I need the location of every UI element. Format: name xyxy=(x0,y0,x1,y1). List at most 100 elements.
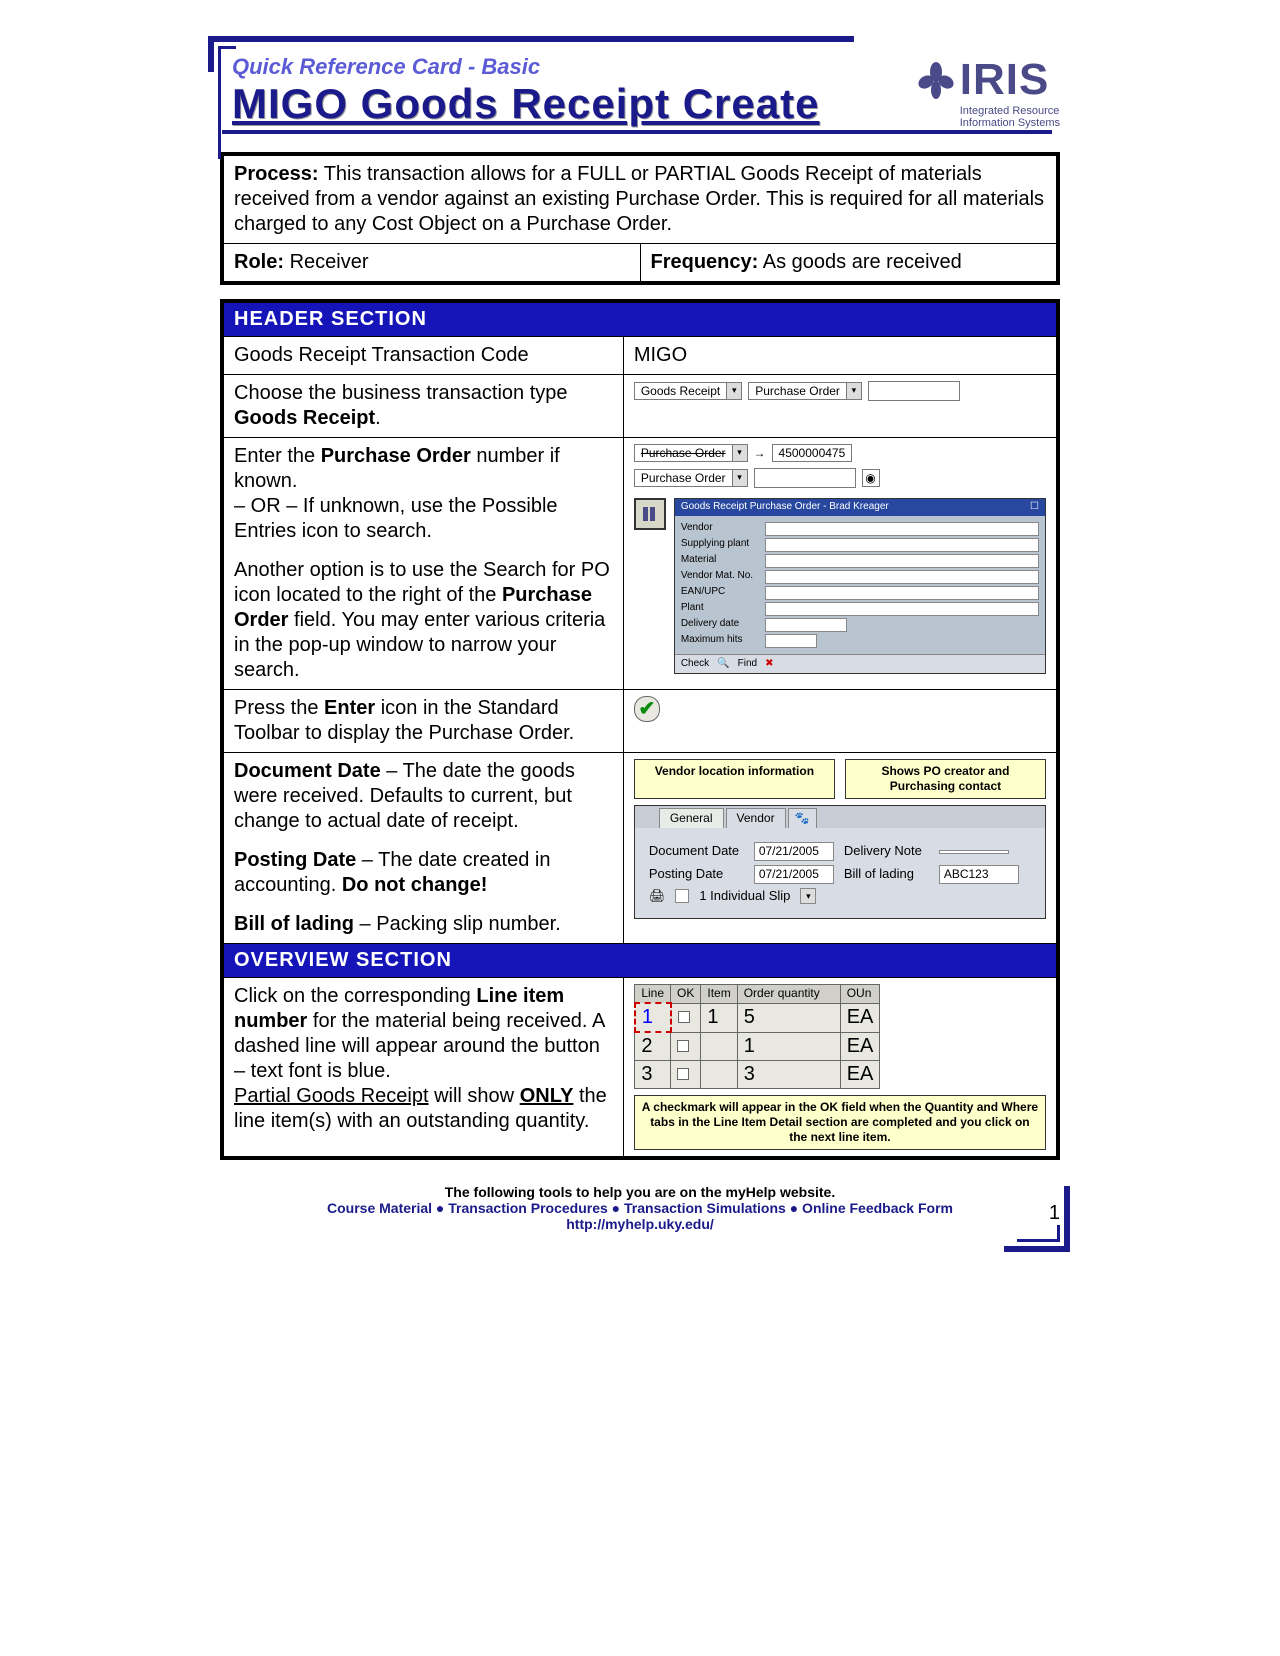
delnote-label: Delivery Note xyxy=(844,843,929,859)
ps-f7: Maximum hits xyxy=(681,634,761,647)
dropdown-icon: ▾ xyxy=(732,470,747,486)
r5-post-c: Do not change! xyxy=(342,874,488,896)
frequency-label: Frequency: xyxy=(651,251,759,273)
sap-po-value-field[interactable]: 4500000475 xyxy=(772,444,853,462)
sap-dropdown-goods-receipt[interactable]: Goods Receipt ▾ xyxy=(634,382,742,400)
tab-general[interactable]: General xyxy=(659,808,724,828)
footer-url[interactable]: http://myhelp.uky.edu/ xyxy=(220,1216,1060,1232)
sap-po-label-field-2[interactable]: Purchase Order ▾ xyxy=(634,469,748,487)
ps-inp[interactable] xyxy=(765,634,817,648)
page-title: MIGO Goods Receipt Create xyxy=(232,80,1060,128)
enter-check-icon[interactable]: ✔ xyxy=(634,696,660,722)
r4-b: Enter xyxy=(324,697,375,719)
corner-bottom-right-inner xyxy=(1017,1225,1060,1242)
footer-line1: The following tools to help you are on t… xyxy=(220,1184,1060,1200)
find-icon: 🔍 xyxy=(717,658,729,671)
grid-qty-1: 5 xyxy=(737,1003,840,1032)
po-search-find[interactable]: Find xyxy=(738,658,757,671)
ps-inp[interactable] xyxy=(765,554,1039,568)
close-icon[interactable]: ☐ xyxy=(1030,501,1039,514)
dropdown-icon[interactable]: ▾ xyxy=(800,888,816,904)
dropdown-icon: ▾ xyxy=(726,383,741,399)
tab-vendor[interactable]: Vendor xyxy=(726,808,786,828)
cancel-icon[interactable]: ✖ xyxy=(765,658,773,671)
grid-item-3 xyxy=(701,1061,737,1089)
po-search-title: Goods Receipt Purchase Order - Brad Krea… xyxy=(681,501,889,514)
page-footer: The following tools to help you are on t… xyxy=(220,1184,1060,1232)
row2-text-c: . xyxy=(375,407,381,429)
delnote-value[interactable] xyxy=(939,850,1009,854)
grid-line-1[interactable]: 1 xyxy=(635,1003,671,1032)
ok-checkbox[interactable] xyxy=(677,1068,689,1080)
sap-blank-field[interactable] xyxy=(868,381,960,401)
ps-f2: Material xyxy=(681,554,761,567)
r3-a: Enter the xyxy=(234,445,321,467)
line-item-grid: Line OK Item Order quantity OUn 1 1 5 EA xyxy=(634,984,881,1089)
dropdown-icon: ▾ xyxy=(846,383,861,399)
footer-links: Course Material ● Transaction Procedures… xyxy=(220,1200,1060,1216)
search-po-icon[interactable] xyxy=(634,498,666,530)
grid-line-2[interactable]: 2 xyxy=(635,1032,671,1061)
grid-item-1: 1 xyxy=(701,1003,737,1032)
r5-doc-a: Document Date xyxy=(234,760,381,782)
dropdown-icon: ▾ xyxy=(732,445,747,461)
postdate-value[interactable]: 07/21/2005 xyxy=(754,865,834,884)
bill-value[interactable]: ABC123 xyxy=(939,865,1019,884)
grid-qty-3: 3 xyxy=(737,1061,840,1089)
sap-header-panel: General Vendor 🐾 Document Date 07/21/200… xyxy=(634,805,1046,919)
grid-line-3[interactable]: 3 xyxy=(635,1061,671,1089)
sap-po-empty-field[interactable] xyxy=(754,468,856,488)
grid-h-oun: OUn xyxy=(840,985,880,1004)
r5-post-a: Posting Date xyxy=(234,849,356,871)
ov-p2a: Partial Goods Receipt xyxy=(234,1085,429,1107)
title-rule xyxy=(222,130,1052,134)
sap-dd1-text: Goods Receipt xyxy=(635,384,726,399)
po-search-check[interactable]: Check xyxy=(681,658,709,671)
ps-inp[interactable] xyxy=(765,586,1039,600)
ps-f6: Delivery date xyxy=(681,618,761,631)
row2-text-a: Choose the business transaction type xyxy=(234,382,568,404)
sap-po-label-field[interactable]: Purchase Order ▾ xyxy=(634,444,748,462)
possible-entries-icon[interactable]: ◉ xyxy=(862,469,880,487)
ps-inp[interactable] xyxy=(765,618,847,632)
grid-row[interactable]: 2 1 EA xyxy=(635,1032,880,1061)
ps-inp[interactable] xyxy=(765,522,1039,536)
tab-extra-icon[interactable]: 🐾 xyxy=(788,808,817,828)
docdate-value[interactable]: 07/21/2005 xyxy=(754,842,834,861)
ov-p2b: will show xyxy=(429,1085,520,1107)
sap-dd2-text: Purchase Order xyxy=(749,384,846,399)
grid-h-ok: OK xyxy=(671,985,701,1004)
callout-checkmark: A checkmark will appear in the OK field … xyxy=(634,1095,1046,1150)
grid-oun-2: EA xyxy=(840,1032,880,1061)
checkbox-slip[interactable] xyxy=(675,889,689,903)
grid-oun-1: EA xyxy=(840,1003,880,1032)
ps-inp[interactable] xyxy=(765,538,1039,552)
ov-p2c: ONLY xyxy=(520,1085,574,1107)
sap-dropdown-purchase-order[interactable]: Purchase Order ▾ xyxy=(748,382,862,400)
r5-bill-a: Bill of lading xyxy=(234,913,354,935)
print-icon[interactable]: 🖨 xyxy=(649,888,666,904)
r3-p2c: field. You may enter various criteria in… xyxy=(234,609,605,681)
grid-h-qty: Order quantity xyxy=(737,985,840,1004)
page-subtitle: Quick Reference Card - Basic xyxy=(232,54,1060,80)
slip-text: 1 Individual Slip xyxy=(699,888,790,904)
ok-checkbox[interactable] xyxy=(677,1040,689,1052)
r3-b: Purchase Order xyxy=(321,445,471,467)
r5-bill-b: – Packing slip number. xyxy=(354,913,561,935)
ok-checkbox[interactable] xyxy=(678,1011,690,1023)
ps-f3: Vendor Mat. No. xyxy=(681,570,761,583)
grid-row[interactable]: 1 1 5 EA xyxy=(635,1003,880,1032)
grid-qty-2: 1 xyxy=(737,1032,840,1061)
grid-row[interactable]: 3 3 EA xyxy=(635,1061,880,1089)
ps-inp[interactable] xyxy=(765,570,1039,584)
process-text: This transaction allows for a FULL or PA… xyxy=(234,163,1044,235)
po-search-popup: Goods Receipt Purchase Order - Brad Krea… xyxy=(674,498,1046,674)
ps-f1: Supplying plant xyxy=(681,538,761,551)
callout-creator: Shows PO creator and Purchasing contact xyxy=(845,759,1046,799)
ps-inp[interactable] xyxy=(765,602,1039,616)
grid-h-line: Line xyxy=(635,985,671,1004)
ps-f0: Vendor xyxy=(681,522,761,535)
sap-po-label-2: Purchase Order xyxy=(635,471,732,486)
grid-h-item: Item xyxy=(701,985,737,1004)
header-section-title: HEADER SECTION xyxy=(224,303,1057,337)
